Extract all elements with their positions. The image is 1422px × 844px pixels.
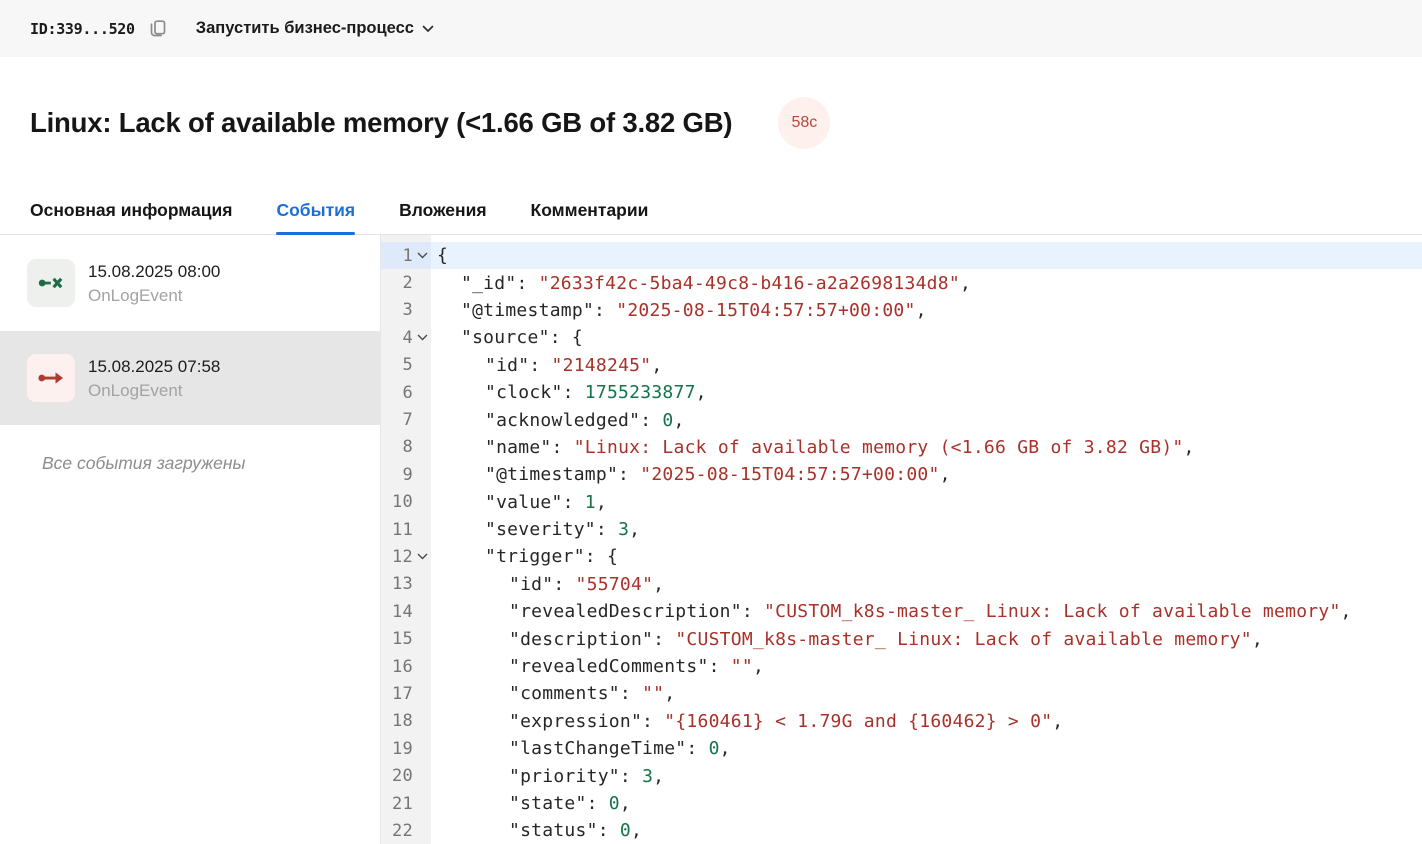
code-line: 13"id": "55704", [381, 571, 1422, 598]
code-line: 8"name": "Linux: Lack of available memor… [381, 434, 1422, 461]
code-line: 2"_id": "2633f42c-5ba4-49c8-b416-a2a2698… [381, 269, 1422, 296]
header: Linux: Lack of available memory (<1.66 G… [0, 57, 1422, 149]
line-number: 17 [381, 684, 413, 704]
line-number: 21 [381, 794, 413, 814]
code-line: 12"trigger": { [381, 543, 1422, 570]
tab-main-info[interactable]: Основная информация [30, 199, 232, 234]
tab-comments[interactable]: Комментарии [531, 199, 649, 234]
content: 15.08.2025 08:00 OnLogEvent 15.08.2025 0… [0, 235, 1422, 844]
record-id: ID:339...520 [30, 20, 135, 38]
line-number: 15 [381, 629, 413, 649]
line-number: 12 [381, 547, 413, 567]
code-line: 17"comments": "", [381, 680, 1422, 707]
line-number: 16 [381, 657, 413, 677]
code-line: 22"status": 0, [381, 817, 1422, 844]
fold-toggle-icon[interactable] [413, 553, 431, 560]
tab-attachments[interactable]: Вложения [399, 199, 486, 234]
copy-icon [147, 18, 168, 39]
code-line: 7"acknowledged": 0, [381, 406, 1422, 433]
line-number: 4 [381, 328, 413, 348]
copy-id-button[interactable] [147, 18, 168, 39]
count-badge: 58c [778, 97, 830, 149]
line-number: 22 [381, 821, 413, 841]
code-line: 18"expression": "{160461} < 1.79G and {1… [381, 708, 1422, 735]
tab-bar: Основная информация События Вложения Ком… [0, 199, 1422, 235]
run-business-process-dropdown[interactable]: Запустить бизнес-процесс [196, 19, 434, 38]
fold-toggle-icon[interactable] [413, 334, 431, 341]
code-line: 14"revealedDescription": "CUSTOM_k8s-mas… [381, 598, 1422, 625]
line-number: 20 [381, 766, 413, 786]
line-number: 9 [381, 465, 413, 485]
line-number: 14 [381, 602, 413, 622]
event-json-viewer: 1{2"_id": "2633f42c-5ba4-49c8-b416-a2a26… [381, 235, 1422, 844]
fold-toggle-icon[interactable] [413, 252, 431, 259]
event-resolved-icon [27, 259, 75, 307]
tab-events[interactable]: События [276, 199, 355, 234]
code-line: 3"@timestamp": "2025-08-15T04:57:57+00:0… [381, 297, 1422, 324]
event-texts: 15.08.2025 07:58 OnLogEvent [88, 356, 220, 401]
line-number: 6 [381, 383, 413, 403]
all-events-loaded-note: Все события загружены [42, 453, 380, 474]
code-line: 9"@timestamp": "2025-08-15T04:57:57+00:0… [381, 461, 1422, 488]
line-number: 8 [381, 437, 413, 457]
code-line: 11"severity": 3, [381, 516, 1422, 543]
code-line: 10"value": 1, [381, 489, 1422, 516]
event-date: 15.08.2025 08:00 [88, 261, 220, 282]
line-number: 19 [381, 739, 413, 759]
page-title: Linux: Lack of available memory (<1.66 G… [30, 106, 732, 140]
run-business-process-label: Запустить бизнес-процесс [196, 19, 414, 38]
code-line: 4"source": { [381, 324, 1422, 351]
code-line: 21"state": 0, [381, 790, 1422, 817]
event-texts: 15.08.2025 08:00 OnLogEvent [88, 261, 220, 306]
line-number: 3 [381, 300, 413, 320]
code-line: 5"id": "2148245", [381, 352, 1422, 379]
event-active-icon [27, 354, 75, 402]
line-number: 2 [381, 273, 413, 293]
event-list-item-selected[interactable]: 15.08.2025 07:58 OnLogEvent [0, 331, 380, 425]
event-list-item[interactable]: 15.08.2025 08:00 OnLogEvent [0, 235, 380, 331]
event-type: OnLogEvent [88, 285, 220, 306]
line-number: 7 [381, 410, 413, 430]
line-number: 13 [381, 574, 413, 594]
event-date: 15.08.2025 07:58 [88, 356, 220, 377]
topbar: ID:339...520 Запустить бизнес-процесс [0, 0, 1422, 57]
line-number: 5 [381, 355, 413, 375]
event-type: OnLogEvent [88, 380, 220, 401]
line-number: 11 [381, 520, 413, 540]
line-number: 1 [381, 246, 413, 266]
line-number: 10 [381, 492, 413, 512]
code-line: 15"description": "CUSTOM_k8s-master_ Lin… [381, 625, 1422, 652]
code-line: 19"lastChangeTime": 0, [381, 735, 1422, 762]
code-line: 6"clock": 1755233877, [381, 379, 1422, 406]
chevron-down-icon [422, 25, 434, 33]
code-rows: 1{2"_id": "2633f42c-5ba4-49c8-b416-a2a26… [381, 242, 1422, 844]
code-line: 16"revealedComments": "", [381, 653, 1422, 680]
events-sidebar: 15.08.2025 08:00 OnLogEvent 15.08.2025 0… [0, 235, 381, 844]
line-number: 18 [381, 711, 413, 731]
code-line: 1{ [381, 242, 1422, 269]
code-line: 20"priority": 3, [381, 762, 1422, 789]
